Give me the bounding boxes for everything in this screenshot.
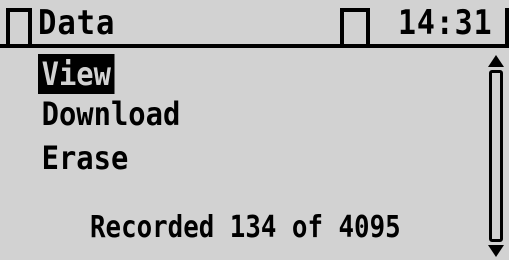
header-left-indicator-box bbox=[6, 8, 32, 44]
header-right-indicator-box bbox=[340, 8, 370, 44]
page-title: Data bbox=[38, 3, 116, 43]
scrollbar-track[interactable] bbox=[489, 70, 503, 242]
scrollbar[interactable] bbox=[486, 54, 506, 258]
header-divider bbox=[0, 44, 509, 48]
clock-time: 14:31 bbox=[398, 3, 493, 43]
menu-item-download[interactable]: Download bbox=[38, 94, 184, 134]
scroll-up-arrow-icon[interactable] bbox=[486, 54, 506, 68]
header-bar: Data 14:31 bbox=[0, 0, 509, 50]
header-right-divider bbox=[505, 8, 509, 48]
menu-item-erase[interactable]: Erase bbox=[38, 138, 132, 178]
menu-item-view[interactable]: View bbox=[38, 54, 115, 94]
device-screen: Data 14:31 View Download Erase Recorded … bbox=[0, 0, 509, 260]
scroll-down-arrow-icon[interactable] bbox=[486, 244, 506, 258]
record-count-status: Recorded 134 of 4095 bbox=[90, 210, 401, 245]
